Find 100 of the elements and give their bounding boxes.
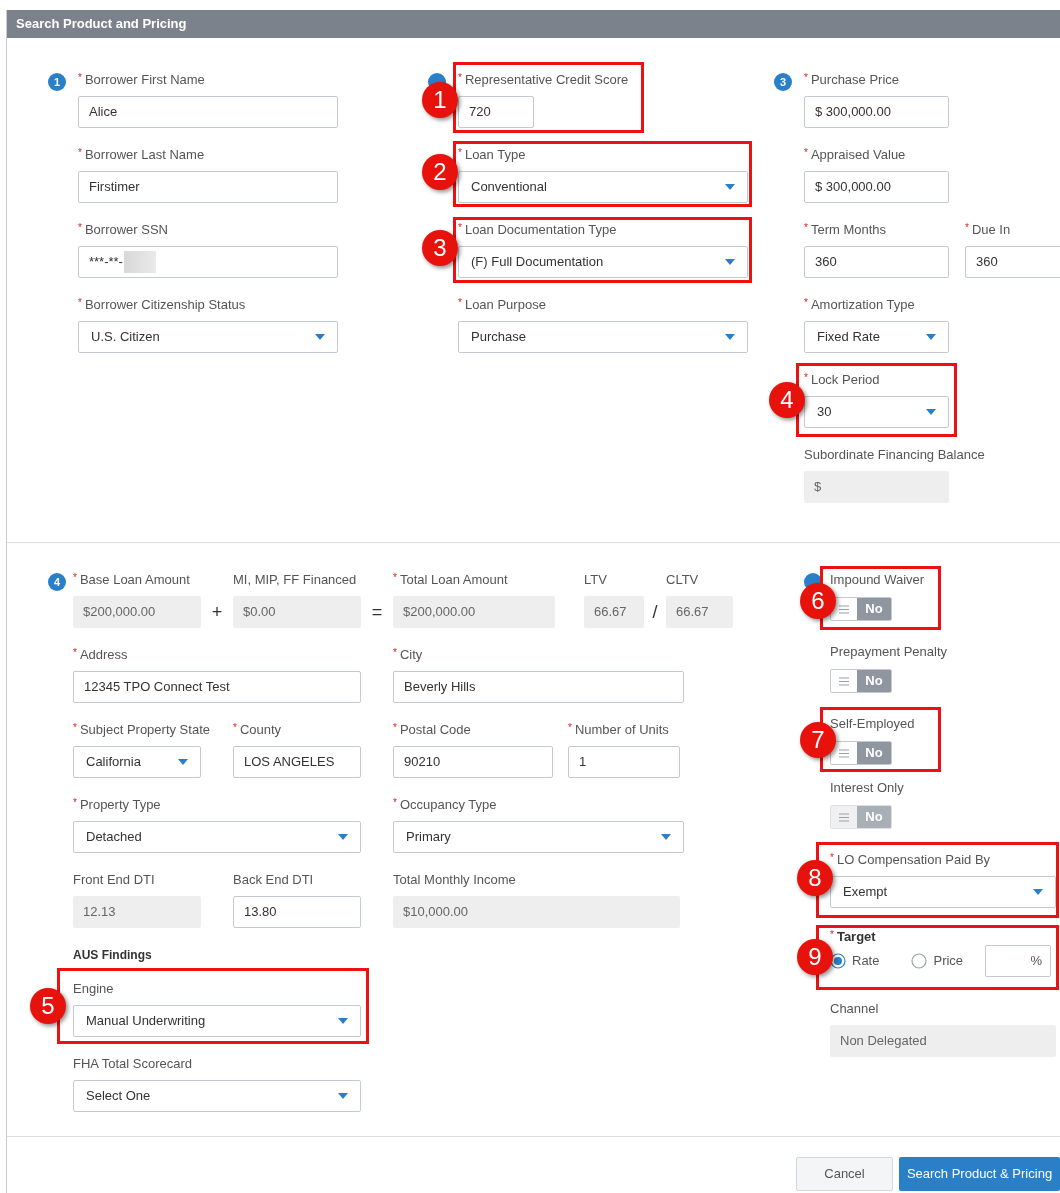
cancel-button[interactable]: Cancel — [796, 1157, 893, 1191]
percent-field[interactable]: % — [985, 945, 1052, 977]
step-badge: 1 — [48, 73, 66, 91]
required-mark: * — [804, 372, 808, 384]
required-mark: * — [458, 72, 462, 84]
dropdown[interactable]: Exempt — [830, 876, 1056, 908]
dropdown[interactable]: Manual Underwriting — [73, 1005, 361, 1037]
dropdown[interactable]: Detached — [73, 821, 361, 853]
grip-lines-icon — [839, 676, 849, 686]
field-label: Back End DTI — [233, 872, 314, 888]
toggle-label: Interest Only — [830, 780, 905, 796]
callout-number: 3 — [422, 230, 458, 266]
field-label: Borrower Last Name — [84, 147, 205, 163]
callout-number: 5 — [30, 988, 66, 1024]
readonly-field: 12.13 — [73, 896, 201, 928]
text-field[interactable]: LOS ANGELES — [233, 746, 361, 778]
field-label: Property Type — [79, 797, 161, 813]
field-label: LO Compensation Paid By — [836, 852, 991, 868]
caret-icon — [178, 759, 188, 765]
text-field[interactable]: Alice — [78, 96, 338, 128]
field-label: Address — [79, 647, 128, 663]
grip-lines-icon — [839, 812, 849, 822]
text-field[interactable]: $ 300,000.00 — [804, 171, 949, 203]
operator-sign: = — [370, 600, 384, 624]
field-label: Borrower Citizenship Status — [84, 297, 246, 313]
caret-icon — [1033, 889, 1043, 895]
caret-icon — [338, 1018, 348, 1024]
caret-icon — [725, 334, 735, 340]
text-field[interactable]: 360 — [965, 246, 1060, 278]
field-label: County — [239, 722, 282, 738]
field-label: Base Loan Amount — [79, 572, 190, 588]
field-label: Appraised Value — [810, 147, 906, 163]
section-heading: AUS Findings — [73, 947, 153, 963]
step-badge: 3 — [774, 73, 792, 91]
dropdown[interactable]: (F) Full Documentation — [458, 246, 748, 278]
caret-icon — [926, 334, 936, 340]
readonly-field: $0.00 — [233, 596, 361, 628]
field-label: Total Monthly Income — [393, 872, 516, 888]
required-mark: * — [78, 222, 82, 234]
dropdown[interactable]: Primary — [393, 821, 684, 853]
field-label: Due In — [971, 222, 1011, 238]
caret-icon — [725, 259, 735, 265]
callout-number: 8 — [797, 860, 833, 896]
grip-lines-icon — [839, 604, 849, 614]
required-mark: * — [393, 797, 397, 809]
text-field[interactable]: Beverly Hills — [393, 671, 684, 703]
field-label: Borrower SSN — [84, 222, 168, 238]
dropdown[interactable]: Select One — [73, 1080, 361, 1112]
required-mark: * — [830, 852, 834, 864]
callout-number: 9 — [797, 939, 833, 975]
callout-number: 4 — [769, 382, 805, 418]
text-field[interactable]: 13.80 — [233, 896, 361, 928]
text-field[interactable]: 720 — [458, 96, 534, 128]
dropdown[interactable]: Purchase — [458, 321, 748, 353]
field-label: MI, MIP, FF Financed — [233, 572, 357, 588]
dropdown[interactable]: U.S. Citizen — [78, 321, 338, 353]
field-label: Target — [836, 929, 876, 945]
field-label: Front End DTI — [73, 872, 155, 888]
step-badge: 4 — [48, 573, 66, 591]
required-mark: * — [73, 572, 77, 584]
radio-option[interactable]: Price — [911, 951, 964, 971]
required-mark: * — [568, 722, 572, 734]
text-field[interactable]: 1 — [568, 746, 680, 778]
required-mark: * — [830, 929, 834, 941]
field-label: Loan Documentation Type — [464, 222, 617, 238]
callout-number: 2 — [422, 154, 458, 190]
text-field[interactable]: $ 300,000.00 — [804, 96, 949, 128]
required-mark: * — [393, 572, 397, 584]
required-mark: * — [73, 797, 77, 809]
readonly-field: $ — [804, 471, 949, 503]
required-mark: * — [458, 147, 462, 159]
required-mark: * — [393, 722, 397, 734]
readonly-field: Non Delegated — [830, 1025, 1056, 1057]
field-label: Subordinate Financing Balance — [804, 447, 985, 463]
dropdown[interactable]: Conventional — [458, 171, 748, 203]
field-label: Amortization Type — [810, 297, 915, 313]
required-mark: * — [804, 222, 808, 234]
field-label: Loan Purpose — [464, 297, 546, 313]
required-mark: * — [78, 72, 82, 84]
text-field[interactable]: 360 — [804, 246, 949, 278]
dropdown[interactable]: 30 — [804, 396, 949, 428]
required-mark: * — [233, 722, 237, 734]
required-mark: * — [73, 722, 77, 734]
text-field[interactable]: 12345 TPO Connect Test — [73, 671, 361, 703]
text-field[interactable]: 90210 — [393, 746, 553, 778]
field-label: Loan Type — [464, 147, 526, 163]
dropdown[interactable]: Fixed Rate — [804, 321, 949, 353]
field-label: Postal Code — [399, 722, 471, 738]
operator-sign: + — [210, 600, 224, 624]
caret-icon — [338, 834, 348, 840]
search-button[interactable]: Search Product & Pricing — [899, 1157, 1060, 1191]
text-field[interactable]: ***-**- — [78, 246, 338, 278]
toggle-label: Prepayment Penalty — [830, 644, 949, 660]
field-label: City — [399, 647, 423, 663]
readonly-field: $200,000.00 — [393, 596, 555, 628]
caret-icon — [926, 409, 936, 415]
dropdown[interactable]: California — [73, 746, 201, 778]
field-label: Representative Credit Score — [464, 72, 629, 88]
text-field[interactable]: Firstimer — [78, 171, 338, 203]
required-mark: * — [965, 222, 969, 234]
